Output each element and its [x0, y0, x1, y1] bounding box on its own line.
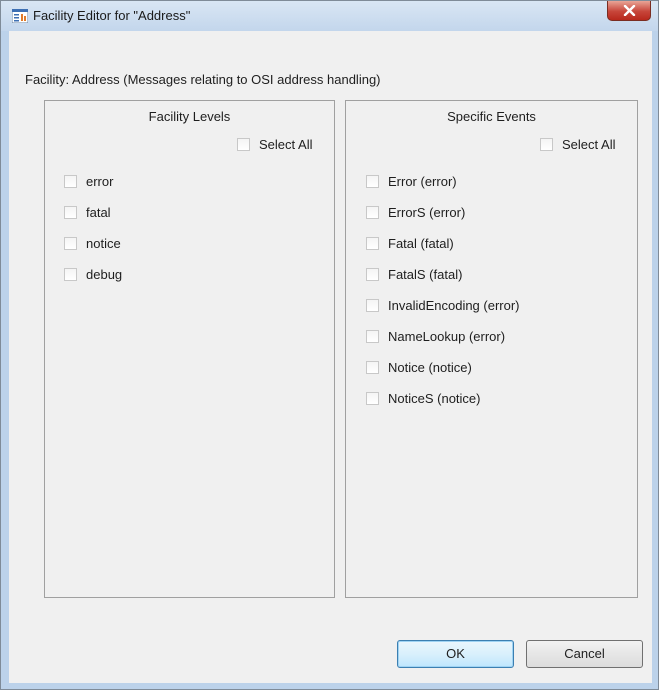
level-item-notice[interactable]: notice — [64, 236, 121, 254]
specific-events-panel: Specific Events Select All Error (error)… — [345, 100, 638, 598]
title-bar[interactable]: Facility Editor for "Address" — [1, 1, 658, 31]
levels-select-all-checkbox[interactable]: Select All — [237, 137, 312, 155]
checkbox-box[interactable] — [366, 330, 379, 344]
checkbox-box[interactable] — [366, 299, 379, 313]
checkbox-box[interactable] — [366, 268, 379, 282]
facility-levels-title: Facility Levels — [148, 109, 231, 124]
level-label: fatal — [86, 205, 111, 220]
close-icon — [623, 5, 636, 16]
checkbox-box[interactable] — [366, 175, 379, 189]
checkbox-box[interactable] — [64, 175, 77, 189]
event-item-namelookup[interactable]: NameLookup (error) — [366, 329, 505, 347]
event-item-notices[interactable]: NoticeS (notice) — [366, 391, 480, 409]
event-item-errors[interactable]: ErrorS (error) — [366, 205, 465, 223]
cancel-button[interactable]: Cancel — [526, 640, 643, 668]
event-label: NameLookup (error) — [388, 329, 506, 344]
specific-events-title: Specific Events — [447, 109, 536, 124]
event-label: InvalidEncoding (error) — [388, 298, 520, 313]
event-label: ErrorS (error) — [388, 205, 466, 220]
event-item-error[interactable]: Error (error) — [366, 174, 457, 192]
ok-button[interactable]: OK — [397, 640, 514, 668]
checkbox-box[interactable] — [64, 268, 77, 282]
event-label: Error (error) — [388, 174, 457, 189]
window-title: Facility Editor for "Address" — [33, 8, 191, 23]
select-all-label: Select All — [562, 137, 616, 152]
event-item-fatals[interactable]: FatalS (fatal) — [366, 267, 462, 285]
event-label: NoticeS (notice) — [388, 391, 481, 406]
level-label: error — [86, 174, 114, 189]
level-label: debug — [86, 267, 123, 282]
checkbox-box[interactable] — [540, 138, 553, 152]
event-label: Fatal (fatal) — [388, 236, 454, 251]
list-icon — [11, 8, 29, 24]
checkbox-box[interactable] — [64, 206, 77, 220]
checkbox-box[interactable] — [366, 361, 379, 375]
close-button[interactable] — [607, 1, 651, 21]
events-select-all-checkbox[interactable]: Select All — [540, 137, 615, 155]
event-label: FatalS (fatal) — [388, 267, 463, 282]
checkbox-box[interactable] — [237, 138, 250, 152]
facility-description: Facility: Address (Messages relating to … — [25, 72, 381, 87]
event-item-notice[interactable]: Notice (notice) — [366, 360, 472, 378]
event-label: Notice (notice) — [388, 360, 472, 375]
checkbox-box[interactable] — [64, 237, 77, 251]
checkbox-box[interactable] — [366, 392, 379, 406]
checkbox-box[interactable] — [366, 237, 379, 251]
select-all-label: Select All — [259, 137, 313, 152]
checkbox-box[interactable] — [366, 206, 379, 220]
level-label: notice — [86, 236, 121, 251]
level-item-debug[interactable]: debug — [64, 267, 122, 285]
level-item-fatal[interactable]: fatal — [64, 205, 111, 223]
event-item-invalidencoding[interactable]: InvalidEncoding (error) — [366, 298, 520, 316]
level-item-error[interactable]: error — [64, 174, 113, 192]
facility-levels-panel: Facility Levels Select All error fatal n… — [44, 100, 335, 598]
event-item-fatal[interactable]: Fatal (fatal) — [366, 236, 454, 254]
